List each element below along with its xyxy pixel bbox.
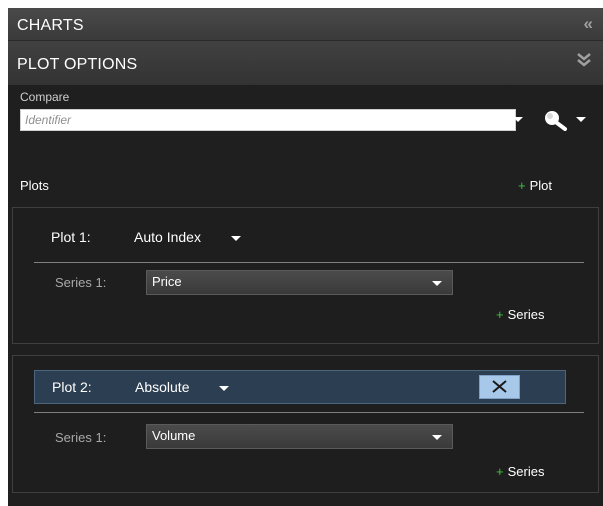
plot-1-type-selector[interactable]: Auto Index	[134, 229, 201, 245]
plot-options-header[interactable]: PLOT OPTIONS	[8, 41, 603, 85]
plus-icon: +	[496, 307, 504, 322]
plot-1-row[interactable]: Plot 1: Auto Index	[34, 221, 554, 253]
chevron-down-icon	[432, 435, 442, 440]
plus-icon: +	[518, 178, 526, 193]
search-dropdown-icon[interactable]	[576, 117, 586, 122]
plot-options-panel: CHARTS « PLOT OPTIONS Compare Plots +Plo…	[8, 8, 603, 506]
plot-2-series-1-value: Volume	[152, 428, 196, 443]
remove-plot-button[interactable]	[479, 375, 520, 399]
plot-2-type-selector[interactable]: Absolute	[135, 379, 189, 395]
plots-label: Plots	[20, 178, 49, 193]
plot-2-add-series-label: Series	[507, 464, 545, 479]
plot-1-label: Plot 1:	[51, 229, 91, 245]
plot-1-type: Auto Index	[134, 229, 201, 245]
divider	[34, 262, 584, 263]
plot-1-card: Plot 1: Auto Index Series 1: Price + Seri…	[12, 207, 599, 344]
magnifier-icon[interactable]	[542, 109, 568, 131]
identifier-input[interactable]	[20, 109, 516, 131]
double-chevron-down-icon[interactable]	[577, 53, 591, 67]
plot-1-type-dropdown-icon[interactable]	[231, 236, 241, 241]
divider	[34, 412, 584, 413]
charts-header[interactable]: CHARTS «	[8, 8, 603, 41]
plot-2-add-series-button[interactable]: + Series	[496, 464, 544, 479]
plot-options-title: PLOT OPTIONS	[17, 56, 138, 73]
plot-1-series-1-value: Price	[152, 274, 182, 289]
plot-1-add-series-label: Series	[507, 307, 545, 322]
plot-2-series-1-select[interactable]: Volume	[146, 424, 453, 449]
plot-1-add-series-button[interactable]: + Series	[496, 307, 544, 322]
plot-2-card: Plot 2: Absolute Series 1: Volume + Serie…	[12, 355, 599, 493]
add-plot-button[interactable]: + Plot	[518, 178, 552, 193]
chevron-down-icon	[432, 281, 442, 286]
plus-icon: +	[496, 464, 504, 479]
compare-label: Compare	[20, 90, 70, 104]
double-chevron-left-icon[interactable]: «	[584, 14, 593, 34]
close-x-icon	[492, 380, 507, 393]
plot-2-type-dropdown-icon[interactable]	[219, 386, 229, 391]
plot-2-row[interactable]: Plot 2: Absolute	[34, 370, 566, 404]
plot-2-series-1-label: Series 1:	[55, 430, 107, 445]
plot-2-type: Absolute	[135, 379, 190, 395]
charts-title: CHARTS	[17, 17, 84, 34]
add-plot-label: Plot	[529, 178, 552, 193]
plot-1-series-1-select[interactable]: Price	[146, 270, 453, 295]
compare-dropdown-icon[interactable]	[513, 117, 523, 122]
plot-1-series-1-label: Series 1:	[55, 275, 107, 290]
plot-2-label: Plot 2:	[52, 379, 92, 395]
